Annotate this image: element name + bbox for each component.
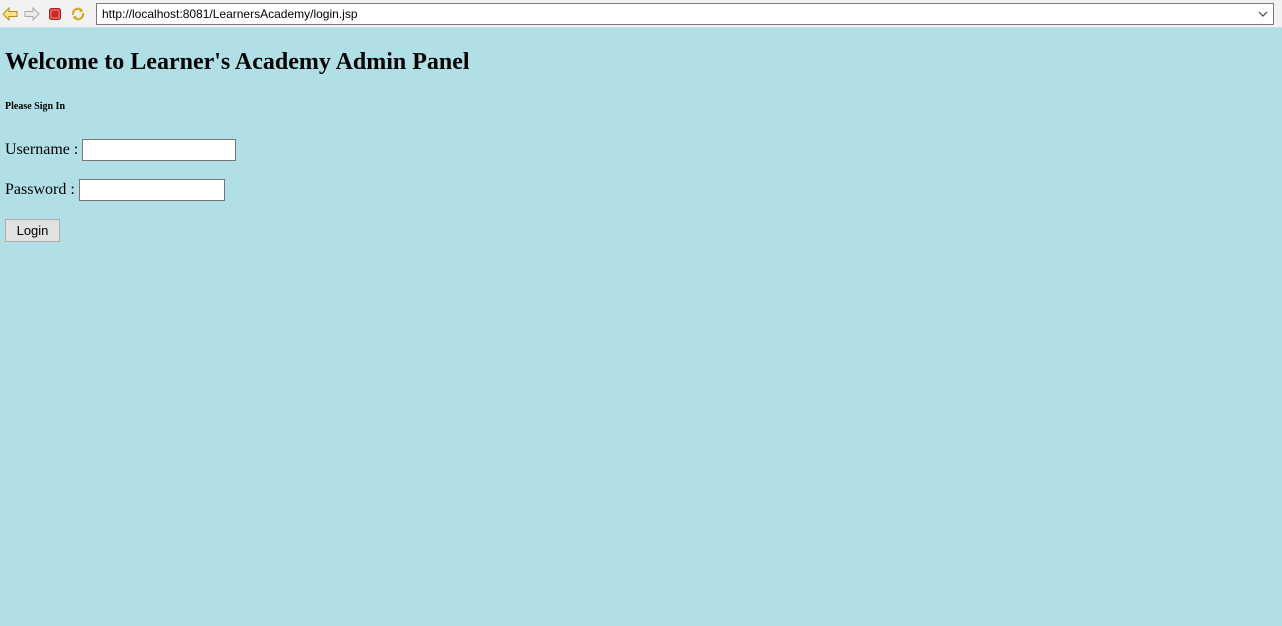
chevron-down-icon[interactable] xyxy=(1255,4,1271,24)
login-button[interactable]: Login xyxy=(5,219,60,242)
page-content: Welcome to Learner's Academy Admin Panel… xyxy=(0,28,1282,626)
username-row: Username : xyxy=(5,139,237,161)
page-title: Welcome to Learner's Academy Admin Panel xyxy=(5,49,470,75)
username-label: Username : xyxy=(5,141,79,158)
refresh-icon[interactable] xyxy=(69,5,87,23)
forward-arrow-icon[interactable] xyxy=(23,5,41,23)
password-label: Password : xyxy=(5,181,75,198)
browser-toolbar: http://localhost:8081/LearnersAcademy/lo… xyxy=(0,0,1282,28)
stop-icon[interactable] xyxy=(46,5,64,23)
url-text: http://localhost:8081/LearnersAcademy/lo… xyxy=(102,7,358,21)
address-bar[interactable]: http://localhost:8081/LearnersAcademy/lo… xyxy=(96,3,1274,25)
password-field[interactable] xyxy=(78,179,225,201)
sign-in-subtitle: Please Sign In xyxy=(5,101,66,112)
back-arrow-icon[interactable] xyxy=(1,5,19,23)
username-field[interactable] xyxy=(82,139,237,161)
password-row: Password : xyxy=(5,179,225,201)
